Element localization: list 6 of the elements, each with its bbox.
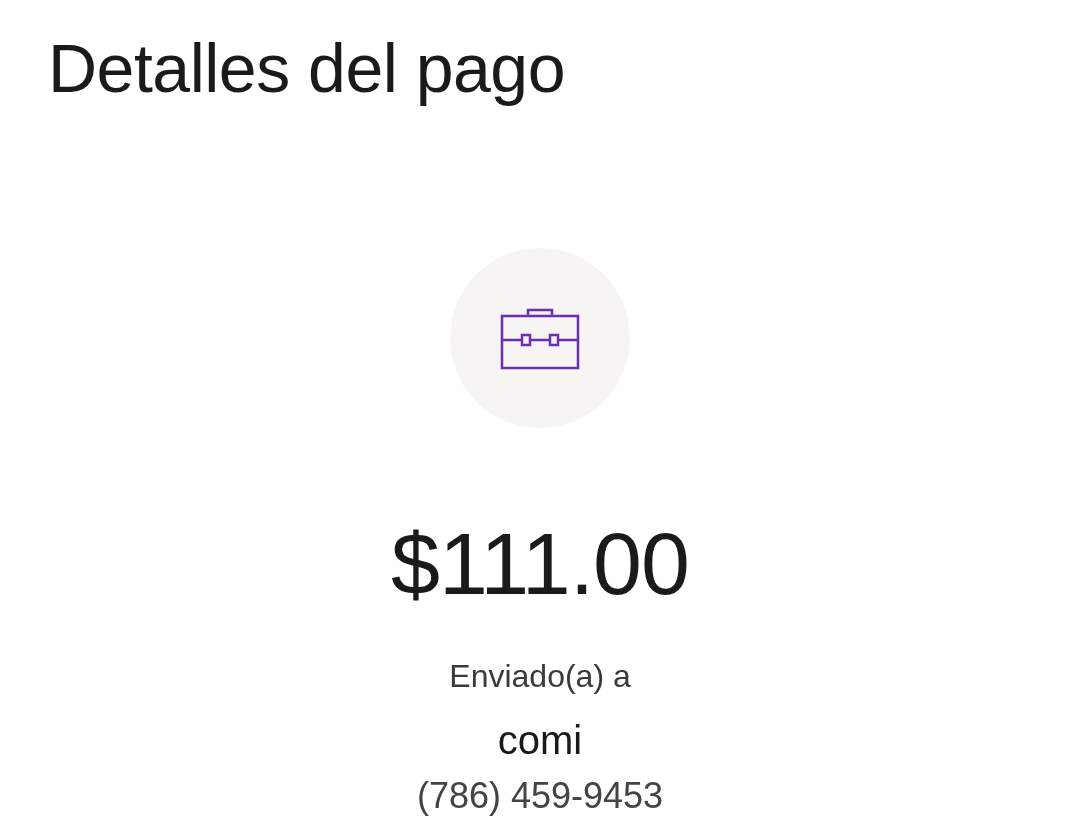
sent-to-label: Enviado(a) a <box>449 657 631 696</box>
payment-amount: $111.00 <box>390 514 689 614</box>
briefcase-icon <box>500 306 580 370</box>
recipient-phone: (786) 459-9453 <box>416 774 664 818</box>
page-title: Detalles del pago <box>47 29 566 108</box>
recipient-name: comi <box>497 717 583 764</box>
